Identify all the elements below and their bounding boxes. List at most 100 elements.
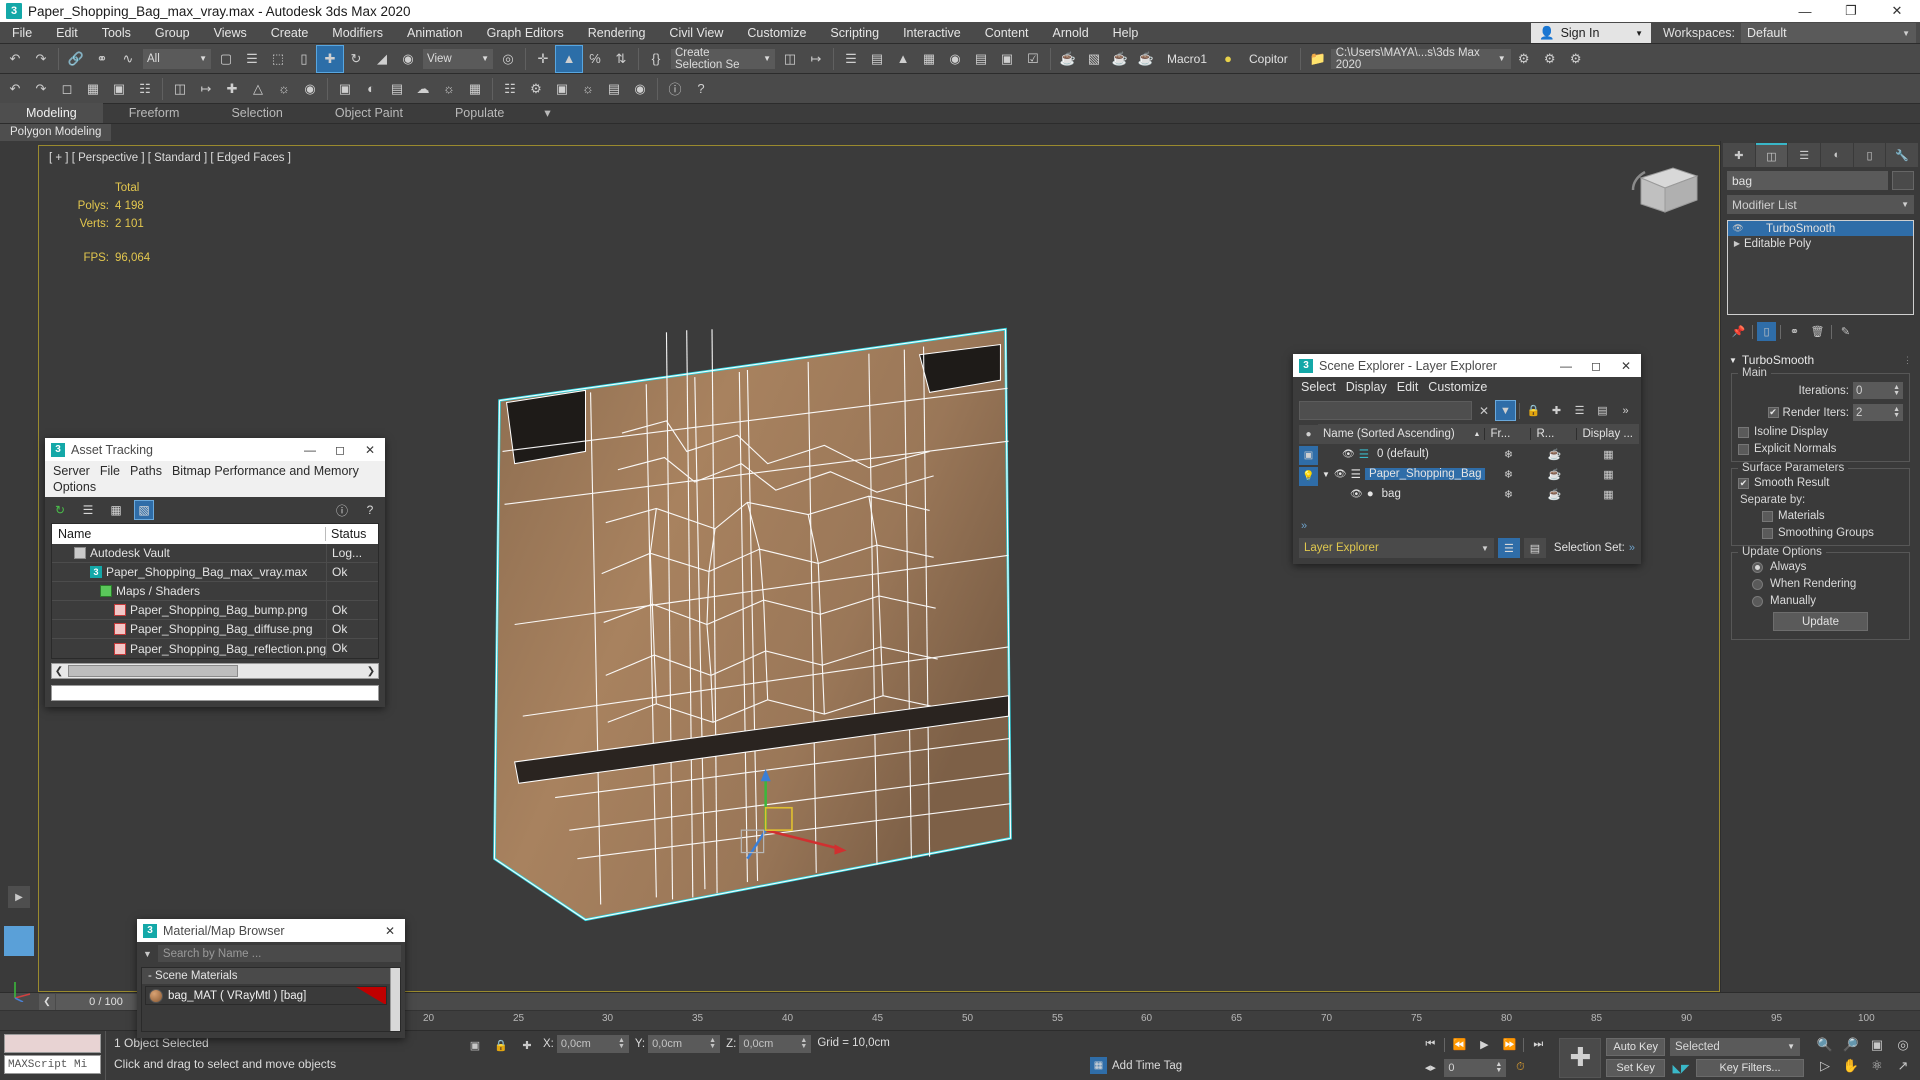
undo-view-icon[interactable]: ↶: [2, 76, 28, 102]
add-time-tag-group[interactable]: ▦ Add Time Tag: [1090, 1057, 1182, 1074]
isolate-selection-icon[interactable]: ▣: [332, 76, 358, 102]
previous-frame-icon[interactable]: ⏪: [1448, 1035, 1470, 1054]
project-folder-icon[interactable]: 📁: [1305, 46, 1331, 72]
eye-icon[interactable]: 👁: [1350, 489, 1363, 500]
table-row[interactable]: Paper_Shopping_Bag_bump.png Ok: [52, 600, 378, 620]
menu-content[interactable]: Content: [973, 22, 1041, 44]
viewport-layout-swatch[interactable]: [4, 926, 34, 956]
ribbon-subtab-polygon-modeling[interactable]: Polygon Modeling: [0, 124, 112, 141]
utilities-tab[interactable]: 🔧: [1886, 143, 1919, 167]
more-filters-icon[interactable]: »: [1299, 520, 1318, 532]
smoothing-groups-checkbox[interactable]: [1762, 527, 1773, 539]
renderable-icon[interactable]: ☕: [1531, 448, 1577, 461]
render-iters-checkbox[interactable]: [1767, 407, 1779, 418]
explicit-normals-checkbox[interactable]: [1738, 443, 1749, 455]
update-button[interactable]: Update: [1773, 612, 1868, 631]
reference-coordinate-select[interactable]: View ▼: [423, 48, 493, 69]
lock-icon[interactable]: 🔒: [1524, 401, 1543, 420]
ribbon-tab-modeling[interactable]: Modeling: [0, 103, 103, 123]
maxscript-input-field[interactable]: MAXScript Mi: [4, 1055, 101, 1074]
menu-graph-editors[interactable]: Graph Editors: [475, 22, 576, 44]
quick-align-icon[interactable]: ✚: [219, 76, 245, 102]
percent-snap-icon[interactable]: ℅: [582, 46, 608, 72]
undo-icon[interactable]: ↶: [2, 46, 28, 72]
zoom-region-icon[interactable]: ▷: [1816, 1057, 1834, 1074]
sign-in-button[interactable]: 👤 Sign In ▼: [1530, 23, 1651, 43]
align-icon[interactable]: ↦: [803, 46, 829, 72]
ribbon-tab-freeform[interactable]: Freeform: [103, 103, 206, 123]
project-path-field[interactable]: C:\Users\MAYA\...s\3ds Max 2020 ▼: [1330, 47, 1511, 71]
set-keys-button[interactable]: ✚: [1559, 1037, 1602, 1078]
radio-always-row[interactable]: Always: [1738, 561, 1903, 573]
column-status[interactable]: Status: [326, 527, 378, 541]
display-tab[interactable]: ▯: [1853, 143, 1886, 167]
menu-help[interactable]: Help: [1101, 22, 1151, 44]
current-frame-field[interactable]: 0 ▲ ▼: [1444, 1058, 1507, 1077]
curve-editor-icon[interactable]: ▲: [890, 46, 916, 72]
pan-view-icon[interactable]: ✋: [1842, 1057, 1860, 1074]
help-icon[interactable]: ?: [361, 501, 379, 519]
radio-when-rendering[interactable]: [1752, 578, 1763, 590]
list-item[interactable]: ▼ 👁 ☰ Paper_Shopping_Bag ❄ ☕ ▦: [1318, 464, 1639, 484]
spinner-arrows-icon[interactable]: ▲ ▼: [1893, 406, 1900, 419]
asset-tracking-window[interactable]: 3 Asset Tracking — ◻ ✕ Server File Paths…: [45, 438, 385, 707]
list-item[interactable]: 👁 ● bag ❄ ☕ ▦: [1318, 484, 1639, 504]
macro-label[interactable]: Macro1: [1159, 52, 1215, 66]
close-button[interactable]: ✕: [1874, 0, 1920, 22]
field-of-view-icon[interactable]: ◎: [1894, 1036, 1912, 1053]
menu-select[interactable]: Select: [1299, 379, 1344, 395]
more-icon[interactable]: »: [1629, 542, 1635, 554]
scene-explorer-titlebar[interactable]: 3 Scene Explorer - Layer Explorer — ◻ ✕: [1293, 354, 1641, 377]
maximize-icon[interactable]: ◻: [325, 438, 355, 461]
menu-tools[interactable]: Tools: [90, 22, 143, 44]
list-item[interactable]: bag_MAT ( VRayMtl ) [bag]: [145, 986, 387, 1005]
search-input[interactable]: [1299, 401, 1472, 420]
menu-edit[interactable]: Edit: [1395, 379, 1427, 395]
menu-civil-view[interactable]: Civil View: [657, 22, 735, 44]
spinner-arrows-icon[interactable]: ▲ ▼: [1495, 1061, 1502, 1074]
table-row[interactable]: Paper_Shopping_Bag_reflection.png Ok: [52, 639, 378, 658]
light-bulb-icon[interactable]: ●: [1215, 46, 1241, 72]
modifier-list-dropdown[interactable]: Modifier List ▼: [1727, 195, 1914, 214]
chevron-down-icon[interactable]: ▼: [141, 949, 154, 959]
scrollbar-thumb[interactable]: [68, 665, 238, 677]
eye-icon[interactable]: 👁: [1730, 223, 1746, 234]
render-to-texture-icon[interactable]: ▦: [462, 76, 488, 102]
layer-mode-icon[interactable]: ☰: [1497, 538, 1520, 558]
selection-lock-region-icon[interactable]: ▣: [465, 1035, 485, 1055]
edit-named-selection-sets-icon[interactable]: {}: [643, 46, 669, 72]
scene-explorer-grid[interactable]: Name (Sorted Ascending) ▲ Fr... R... Dis…: [1318, 424, 1640, 532]
z-input[interactable]: 0,0cm ▲ ▼: [739, 1035, 812, 1053]
menu-scripting[interactable]: Scripting: [818, 22, 891, 44]
table-row[interactable]: Maps / Shaders: [52, 581, 378, 601]
radio-manually[interactable]: [1752, 595, 1763, 607]
spinner-arrows-icon[interactable]: ▲ ▼: [709, 1037, 716, 1050]
smoothing-groups-row[interactable]: Smoothing Groups: [1738, 527, 1903, 539]
array-icon[interactable]: ▦: [80, 76, 106, 102]
minimize-button[interactable]: —: [1782, 0, 1828, 22]
material-browser-titlebar[interactable]: 3 Material/Map Browser ✕: [137, 919, 405, 942]
ribbon-tab-populate[interactable]: Populate: [429, 103, 530, 123]
named-selection-set-select[interactable]: Create Selection Se ▼: [671, 47, 775, 71]
play-animation-icon[interactable]: ▶: [1473, 1035, 1495, 1054]
shape-filter-icon[interactable]: ▣: [1299, 446, 1318, 465]
more-icon[interactable]: »: [1616, 401, 1635, 420]
select-object-icon[interactable]: ▢: [213, 46, 239, 72]
renderable-icon[interactable]: ☕: [1531, 468, 1577, 481]
mirror-2-icon[interactable]: ◫: [167, 76, 193, 102]
y-input[interactable]: 0,0cm ▲ ▼: [648, 1035, 721, 1053]
toolbar-extra-2-icon[interactable]: ⚙: [1537, 46, 1563, 72]
menu-customize[interactable]: Customize: [735, 22, 818, 44]
scene-converter-icon[interactable]: ⚙: [523, 76, 549, 102]
light-filter-icon[interactable]: 💡: [1299, 467, 1318, 486]
minimize-icon[interactable]: —: [1551, 354, 1581, 377]
spinner-arrows-icon[interactable]: ▲ ▼: [1893, 384, 1900, 397]
menu-edit[interactable]: Edit: [44, 22, 90, 44]
redo-icon[interactable]: ↷: [28, 46, 54, 72]
display-icon[interactable]: ▦: [1577, 468, 1639, 481]
modify-tab[interactable]: ◫: [1755, 143, 1788, 167]
isoline-display-row[interactable]: Isoline Display: [1738, 426, 1903, 438]
materials-checkbox[interactable]: [1762, 510, 1773, 522]
thumbnail-view-icon[interactable]: ▦: [107, 501, 125, 519]
place-highlight-icon[interactable]: ☼: [271, 76, 297, 102]
